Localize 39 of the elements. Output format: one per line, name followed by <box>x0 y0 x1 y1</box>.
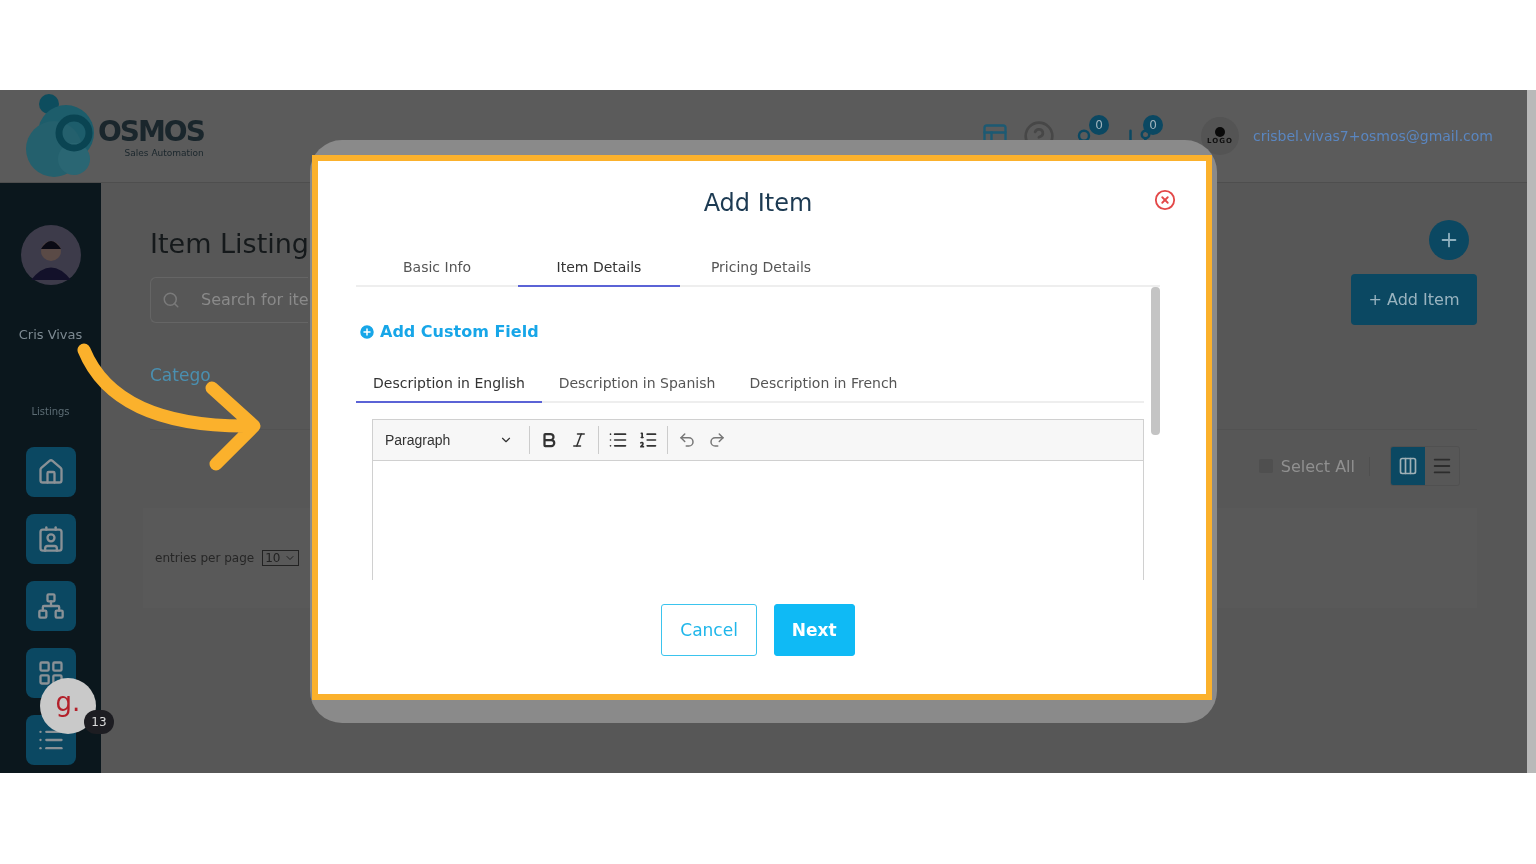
plus-circle-icon <box>358 322 376 341</box>
bullet-list-icon <box>608 430 628 450</box>
block-style-select[interactable]: Paragraph <box>379 432 519 448</box>
user-avatar[interactable] <box>20 225 81 285</box>
nav-button[interactable] <box>25 581 76 631</box>
user-name: Cris Vivas <box>18 327 83 342</box>
section-label: Listings <box>31 406 70 417</box>
column-view-button[interactable] <box>1391 447 1425 485</box>
bold-icon <box>540 431 558 449</box>
hierarchy-icon <box>36 592 65 620</box>
tab[interactable]: Item Details <box>518 249 680 287</box>
close-icon <box>1154 189 1176 211</box>
columns-icon <box>1398 456 1418 476</box>
redo-icon <box>708 431 726 449</box>
logo-subtitle: Sales Automation <box>124 147 204 158</box>
home-icon <box>36 458 65 486</box>
nav-button[interactable] <box>25 514 76 564</box>
add-button[interactable] <box>1429 220 1469 260</box>
search-icon <box>162 290 180 309</box>
tab[interactable]: Pricing Details <box>680 249 842 287</box>
italic-icon <box>570 431 588 449</box>
page-title: Item Listing <box>150 228 309 259</box>
grid-icon <box>36 659 65 687</box>
description-tab[interactable]: Description in English <box>356 365 542 403</box>
add-item-button[interactable]: + Add Item <box>1351 274 1477 325</box>
notification-count-toast: 13 <box>84 710 114 734</box>
description-tab[interactable]: Description in French <box>732 365 915 403</box>
dialog-title: Add Item <box>702 189 814 217</box>
close-button[interactable] <box>1154 189 1176 211</box>
numbered-list-icon <box>638 430 658 450</box>
nav-button[interactable] <box>25 447 76 497</box>
logo-text: OSMOS <box>98 114 204 148</box>
contact-card-icon <box>36 525 65 553</box>
rich-text-editor[interactable]: Paragraph <box>372 419 1144 580</box>
undo-icon <box>678 431 696 449</box>
tab[interactable]: Basic Info <box>356 249 518 287</box>
description-tab[interactable]: Description in Spanish <box>542 365 732 403</box>
add-custom-field-button[interactable]: Add Custom Field <box>358 322 539 341</box>
scrollbar-thumb[interactable] <box>1151 287 1160 435</box>
